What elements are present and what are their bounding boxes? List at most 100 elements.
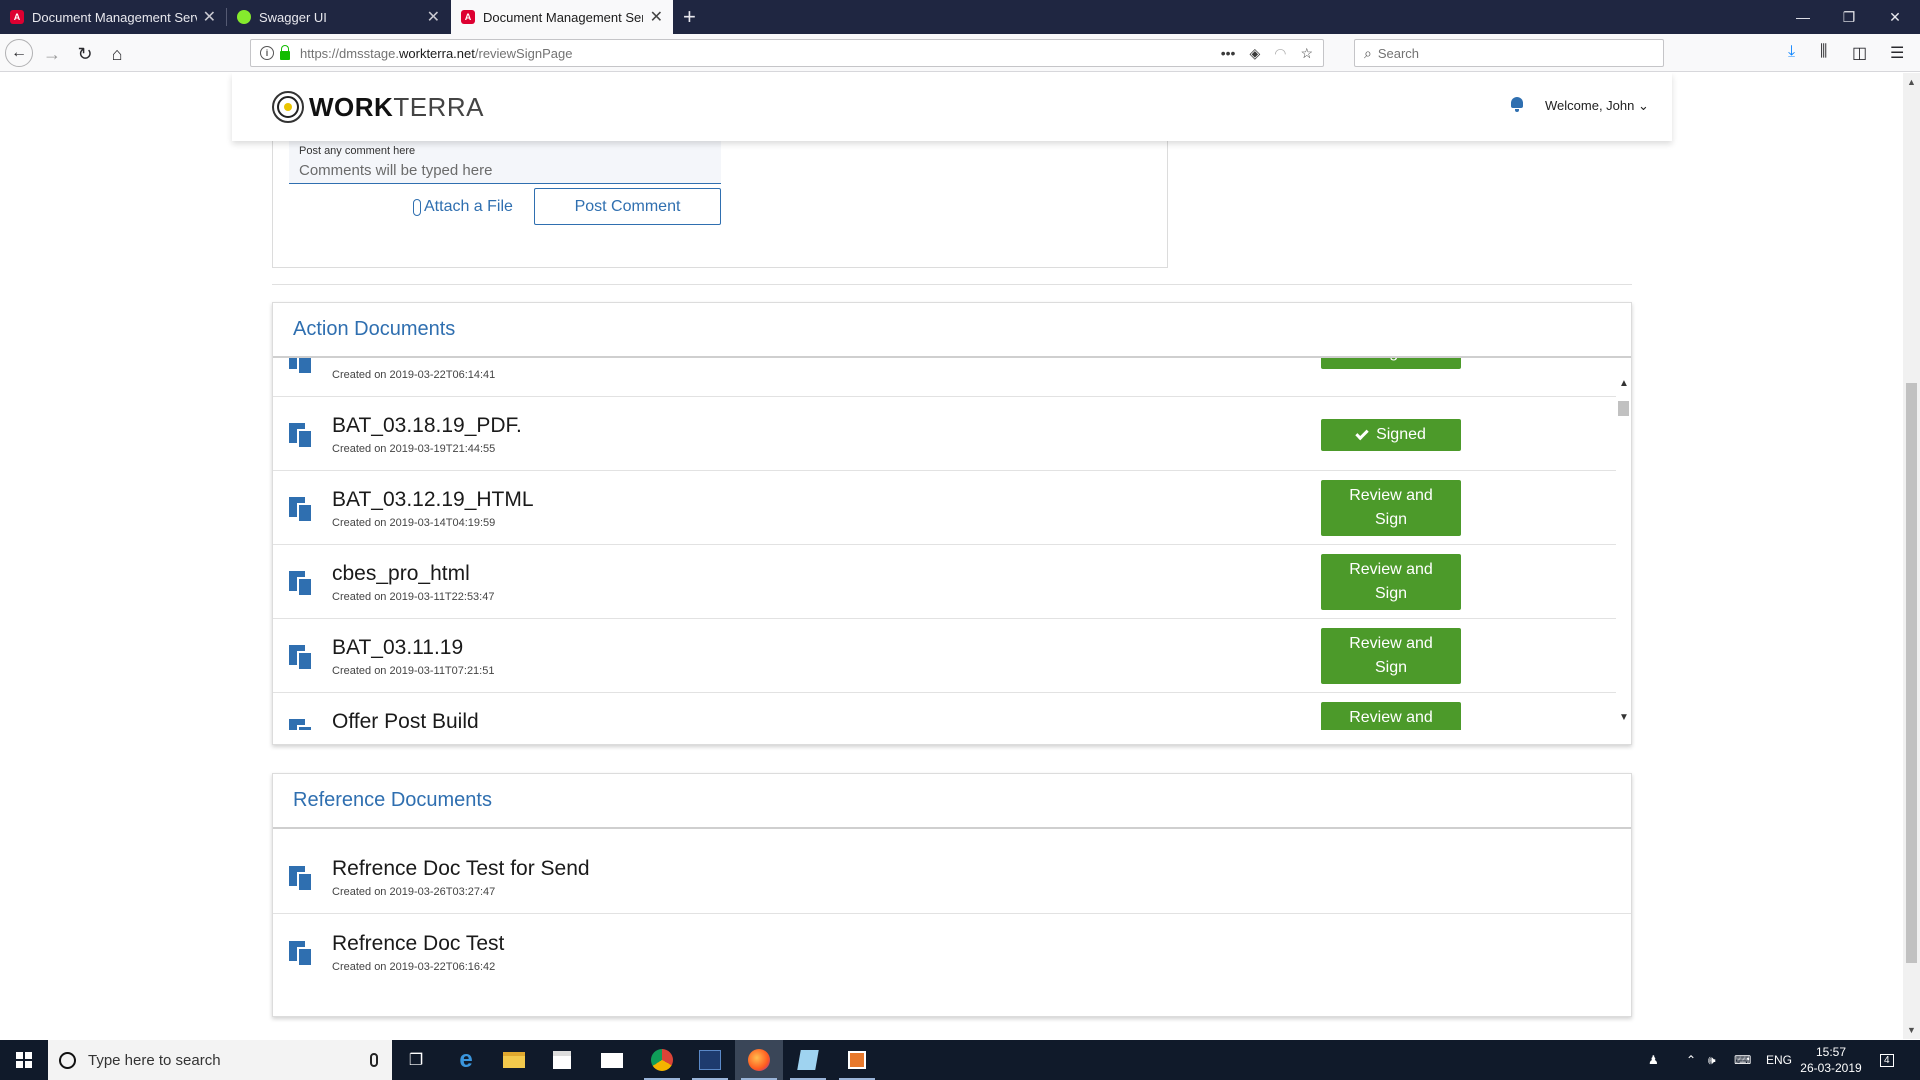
doc-row[interactable]: BAT_03.12.19_HTML Created on 2019-03-14T…	[273, 471, 1616, 545]
action-center-icon[interactable]: 4	[1880, 1040, 1894, 1080]
scroll-thumb[interactable]	[1906, 383, 1917, 963]
doc-name[interactable]: Refrence Doc Test	[332, 932, 504, 956]
doc-row[interactable]: BAT_03.11.19 Created on 2019-03-11T07:21…	[273, 619, 1616, 693]
comment-input[interactable]: Post any comment here Comments will be t…	[289, 140, 721, 184]
library-icon[interactable]: ⫼	[1820, 43, 1827, 61]
document-icon	[289, 497, 315, 523]
doc-name[interactable]: Refrence Doc Test for Send	[332, 857, 590, 881]
user-menu[interactable]: Welcome, John ⌄	[1545, 98, 1649, 114]
taskbar-search-input[interactable]: Type here to search	[48, 1040, 392, 1080]
workterra-logo[interactable]: WORKTERRA	[272, 91, 484, 123]
url-text: https://dmsstage.workterra.net/reviewSig…	[300, 45, 573, 61]
media-player-icon[interactable]	[833, 1040, 881, 1080]
doc-row[interactable]: Refrence Doc Test for Send Created on 20…	[273, 840, 1631, 914]
review-and-sign-button[interactable]: Review and Sign	[1321, 480, 1461, 536]
welcome-text: Welcome, John	[1545, 98, 1635, 113]
list-scrollbar[interactable]: ▲ ▼	[1616, 358, 1631, 730]
windows-logo-icon	[16, 1052, 32, 1068]
doc-row[interactable]: Refrence Doc Test Created on 2019-03-22T…	[273, 915, 1631, 989]
system-clock[interactable]: 15:57 26-03-2019	[1795, 1044, 1867, 1076]
doc-name[interactable]: BAT_03.11.19	[332, 636, 463, 660]
store-icon[interactable]	[538, 1040, 586, 1080]
browser-tab-swagger[interactable]: Swagger UI ✕	[227, 0, 450, 34]
chrome-icon[interactable]	[638, 1040, 686, 1080]
app-header: WORKTERRA Welcome, John ⌄	[232, 73, 1672, 141]
language-indicator[interactable]: ENG	[1766, 1040, 1792, 1080]
minimize-icon[interactable]: —	[1780, 0, 1826, 34]
doc-name[interactable]: BAT_03.18.19_PDF.	[332, 414, 522, 438]
post-comment-button[interactable]: Post Comment	[534, 188, 721, 225]
visual-studio-icon[interactable]	[686, 1040, 734, 1080]
page-actions-icon[interactable]: •••	[1221, 45, 1236, 61]
close-icon[interactable]: ✕	[203, 7, 216, 27]
doc-row[interactable]: Created on 2019-03-22T06:14:41 Sign	[273, 358, 1616, 397]
browser-search-input[interactable]: ⌕ Search	[1354, 39, 1664, 67]
doc-created-date: Created on 2019-03-11T22:53:47	[332, 591, 495, 603]
pocket-icon[interactable]: ◈	[1249, 45, 1260, 62]
angular-icon: A	[10, 10, 24, 24]
doc-name[interactable]: cbes_pro_html	[332, 562, 470, 586]
review-and-sign-button[interactable]: Review and Sign	[1321, 554, 1461, 610]
address-bar[interactable]: i https://dmsstage.workterra.net/reviewS…	[250, 39, 1324, 67]
file-explorer-icon[interactable]	[490, 1040, 538, 1080]
new-tab-button[interactable]: +	[683, 4, 696, 30]
scroll-up-icon[interactable]: ▲	[1907, 77, 1916, 87]
people-icon[interactable]: ♟	[1648, 1040, 1659, 1080]
doc-name[interactable]: BAT_03.12.19_HTML	[332, 488, 534, 512]
doc-created-date: Created on 2019-03-14T04:19:59	[332, 517, 496, 529]
sign-button[interactable]: Sign	[1321, 358, 1461, 369]
doc-created-date: Created on 2019-03-11T07:21:51	[332, 665, 495, 677]
home-icon[interactable]: ⌂	[103, 40, 131, 68]
start-button[interactable]	[0, 1040, 48, 1080]
attach-file-link[interactable]: Attach a File	[413, 198, 513, 216]
action-documents-title: Action Documents	[273, 303, 1631, 358]
notepad-icon[interactable]	[784, 1040, 832, 1080]
browser-tab-dms-active[interactable]: A Document Management Servic ✕	[451, 0, 673, 34]
doc-row[interactable]: cbes_pro_html Created on 2019-03-11T22:5…	[273, 545, 1616, 619]
scroll-up-icon[interactable]: ▲	[1619, 378, 1629, 389]
action-documents-list[interactable]: Created on 2019-03-22T06:14:41 Sign BAT_…	[273, 358, 1631, 730]
swagger-icon	[237, 10, 251, 24]
scroll-down-icon[interactable]: ▼	[1907, 1025, 1916, 1035]
task-view-icon[interactable]: ❐	[392, 1040, 440, 1080]
scroll-thumb[interactable]	[1618, 401, 1629, 416]
notification-bell-icon[interactable]	[1510, 97, 1524, 112]
window-close-icon[interactable]: ✕	[1872, 0, 1918, 34]
search-placeholder: Search	[1377, 45, 1420, 61]
mail-icon[interactable]	[588, 1040, 636, 1080]
review-and-sign-button[interactable]: Review and	[1321, 702, 1461, 730]
tab-title: Document Management Servic	[483, 9, 643, 25]
close-icon[interactable]: ✕	[650, 7, 663, 27]
edge-icon[interactable]: e	[442, 1040, 490, 1080]
keyboard-icon[interactable]: ⌨	[1734, 1040, 1751, 1080]
download-icon[interactable]: ⤓	[1788, 43, 1795, 61]
action-documents-card: Action Documents Created on 2019-03-22T0…	[272, 302, 1632, 745]
restore-icon[interactable]: ❐	[1826, 0, 1872, 34]
forward-arrow-icon[interactable]: →	[38, 40, 66, 68]
reader-icon[interactable]: ◠	[1274, 45, 1286, 62]
volume-icon[interactable]: 🕪	[1708, 1040, 1716, 1080]
signed-button[interactable]: Signed	[1321, 419, 1461, 451]
back-arrow-icon[interactable]: ←	[5, 39, 33, 67]
search-icon: ⌕	[1364, 44, 1372, 61]
microphone-icon[interactable]	[370, 1053, 378, 1067]
reload-icon[interactable]: ↻	[71, 40, 99, 68]
browser-tab-dms-1[interactable]: A Document Management Servic ✕	[0, 0, 226, 34]
signed-label: Signed	[1376, 426, 1426, 443]
review-and-sign-button[interactable]: Review and Sign	[1321, 628, 1461, 684]
page-scrollbar[interactable]: ▲ ▼	[1903, 73, 1920, 1039]
sidebar-icon[interactable]: ◫	[1852, 43, 1867, 63]
document-icon	[289, 358, 315, 375]
doc-row[interactable]: Offer Post Build Review and	[273, 693, 1616, 730]
firefox-icon[interactable]	[735, 1040, 783, 1080]
chevron-up-icon[interactable]: ⌃	[1686, 1040, 1696, 1080]
close-icon[interactable]: ✕	[427, 7, 440, 27]
scroll-down-icon[interactable]: ▼	[1619, 712, 1629, 723]
menu-icon[interactable]: ☰	[1890, 43, 1904, 63]
bookmark-star-icon[interactable]: ☆	[1300, 45, 1313, 62]
paperclip-icon	[413, 198, 421, 216]
site-info-icon[interactable]: i	[260, 46, 274, 60]
doc-row[interactable]: BAT_03.18.19_PDF. Created on 2019-03-19T…	[273, 397, 1616, 471]
doc-name[interactable]: Offer Post Build	[332, 710, 479, 730]
tab-title: Document Management Servic	[32, 9, 197, 25]
